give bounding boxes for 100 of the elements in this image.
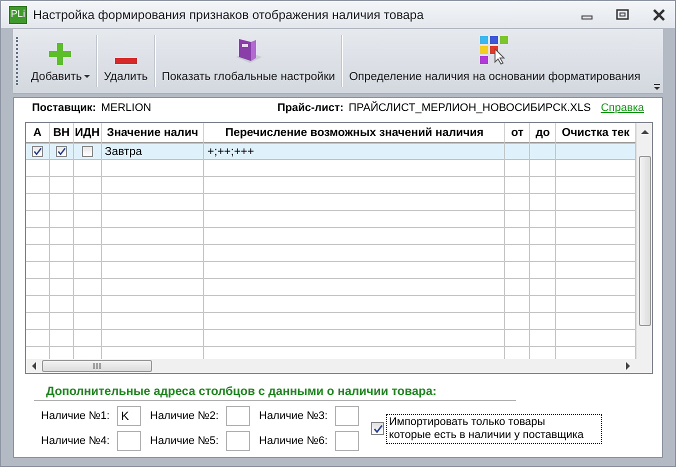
vertical-scrollbar[interactable] bbox=[636, 123, 652, 359]
table-cell bbox=[74, 160, 102, 177]
table-cell bbox=[74, 245, 102, 262]
table-cell bbox=[505, 211, 530, 228]
field-label: Наличие №1: bbox=[41, 410, 111, 422]
table-cell bbox=[50, 228, 74, 245]
table-cell bbox=[50, 245, 74, 262]
table-cell bbox=[74, 194, 102, 211]
input-field[interactable] bbox=[335, 406, 359, 426]
table-cell bbox=[530, 177, 556, 194]
scroll-left-icon[interactable] bbox=[30, 362, 38, 370]
overflow-icon[interactable] bbox=[653, 83, 661, 91]
column-header[interactable]: Перечисление возможных значений наличия bbox=[204, 123, 506, 143]
table-cell bbox=[530, 245, 556, 262]
horizontal-scrollbar[interactable] bbox=[26, 359, 636, 373]
toolbar-button[interactable]: Определение наличия на основании форматирования bbox=[343, 29, 646, 93]
window-title: Настройка формирования признаков отображения наличия товара bbox=[33, 8, 425, 22]
table-cell bbox=[530, 211, 556, 228]
field-label: Наличие №5: bbox=[150, 435, 220, 447]
table-cell bbox=[505, 296, 530, 313]
table-cell: Завтра bbox=[102, 143, 204, 160]
table-cell bbox=[26, 279, 50, 296]
input-field[interactable] bbox=[335, 431, 359, 451]
input-field[interactable] bbox=[226, 431, 250, 451]
table-cell bbox=[26, 245, 50, 262]
pricelist-name: ПРАЙСЛИСТ_МЕРЛИОН_НОВОСИБИРСК.XLS bbox=[348, 102, 591, 114]
table-cell bbox=[505, 279, 530, 296]
table-cell bbox=[50, 160, 74, 177]
table-cell bbox=[26, 296, 50, 313]
field-label: Наличие №4: bbox=[41, 435, 111, 447]
column-header[interactable]: от bbox=[505, 123, 530, 143]
scroll-thumb[interactable] bbox=[42, 360, 152, 372]
table-cell bbox=[530, 313, 556, 330]
input-field[interactable] bbox=[117, 431, 141, 451]
table-cell bbox=[26, 177, 50, 194]
table-cell bbox=[530, 330, 556, 347]
table-cell bbox=[26, 228, 50, 245]
scroll-up-icon[interactable] bbox=[640, 128, 648, 136]
column-header[interactable]: до bbox=[530, 123, 556, 143]
table-cell bbox=[26, 262, 50, 279]
close-icon[interactable] bbox=[651, 8, 667, 22]
minus-icon bbox=[114, 57, 137, 65]
table-cell bbox=[26, 211, 50, 228]
table-cell bbox=[50, 177, 74, 194]
table-cell bbox=[74, 211, 102, 228]
table-cell bbox=[74, 296, 102, 313]
table-cell bbox=[505, 228, 530, 245]
table-cell bbox=[505, 330, 530, 347]
table-cell bbox=[505, 194, 530, 211]
toolbar-button[interactable]: Показать глобальные настройки bbox=[156, 29, 342, 93]
checkbox[interactable] bbox=[371, 422, 384, 435]
checkbox[interactable] bbox=[82, 146, 93, 157]
table-cell bbox=[74, 330, 102, 347]
table-cell bbox=[530, 279, 556, 296]
help-link[interactable]: Справка bbox=[600, 102, 644, 114]
checkbox-label[interactable]: Импортировать только товары которые есть в наличии у поставщика bbox=[386, 414, 602, 444]
table-cell bbox=[74, 279, 102, 296]
table-cell bbox=[26, 194, 50, 211]
checkbox[interactable] bbox=[32, 146, 43, 157]
color-grid-icon bbox=[478, 35, 511, 65]
table-cell bbox=[74, 313, 102, 330]
table-cell bbox=[50, 313, 74, 330]
plus-icon bbox=[49, 43, 72, 65]
column-header[interactable]: Значение налич bbox=[102, 123, 204, 143]
supplier-name: MERLION bbox=[101, 102, 152, 114]
checkbox[interactable] bbox=[56, 146, 67, 157]
field-label: Наличие №3: bbox=[259, 410, 329, 422]
scroll-thumb[interactable] bbox=[638, 156, 650, 326]
column-header[interactable]: ИДН bbox=[74, 123, 102, 143]
table-cell bbox=[26, 313, 50, 330]
column-header[interactable]: А bbox=[26, 123, 50, 143]
scroll-right-icon[interactable] bbox=[624, 362, 632, 370]
table-cell bbox=[50, 262, 74, 279]
toolbar-button[interactable]: Добавить bbox=[25, 29, 96, 93]
input-field[interactable] bbox=[226, 406, 250, 426]
supplier-label: Поставщик: bbox=[32, 102, 96, 114]
table-cell bbox=[50, 194, 74, 211]
column-header[interactable]: ВН bbox=[50, 123, 74, 143]
restore-icon[interactable] bbox=[615, 8, 631, 22]
toolbar-button[interactable]: Удалить bbox=[98, 29, 154, 93]
table-cell bbox=[505, 262, 530, 279]
field-label: Наличие №6: bbox=[259, 435, 329, 447]
table-cell bbox=[530, 262, 556, 279]
table-cell bbox=[505, 143, 530, 160]
table-cell: +;++;+++ bbox=[204, 143, 506, 160]
table-cell bbox=[505, 177, 530, 194]
input-field[interactable]: K bbox=[117, 406, 141, 426]
table-cell bbox=[505, 160, 530, 177]
table-cell bbox=[26, 330, 50, 347]
table-cell bbox=[50, 279, 74, 296]
table-cell bbox=[530, 194, 556, 211]
table-cell bbox=[74, 177, 102, 194]
pricelist-label: Прайс-лист: bbox=[277, 102, 344, 114]
table-cell bbox=[530, 228, 556, 245]
column-header[interactable]: Очистка тек bbox=[556, 123, 636, 143]
table-cell bbox=[505, 313, 530, 330]
app-icon: PLi bbox=[9, 6, 27, 24]
table-cell bbox=[505, 245, 530, 262]
table-cell bbox=[50, 211, 74, 228]
grip-icon bbox=[93, 363, 101, 369]
